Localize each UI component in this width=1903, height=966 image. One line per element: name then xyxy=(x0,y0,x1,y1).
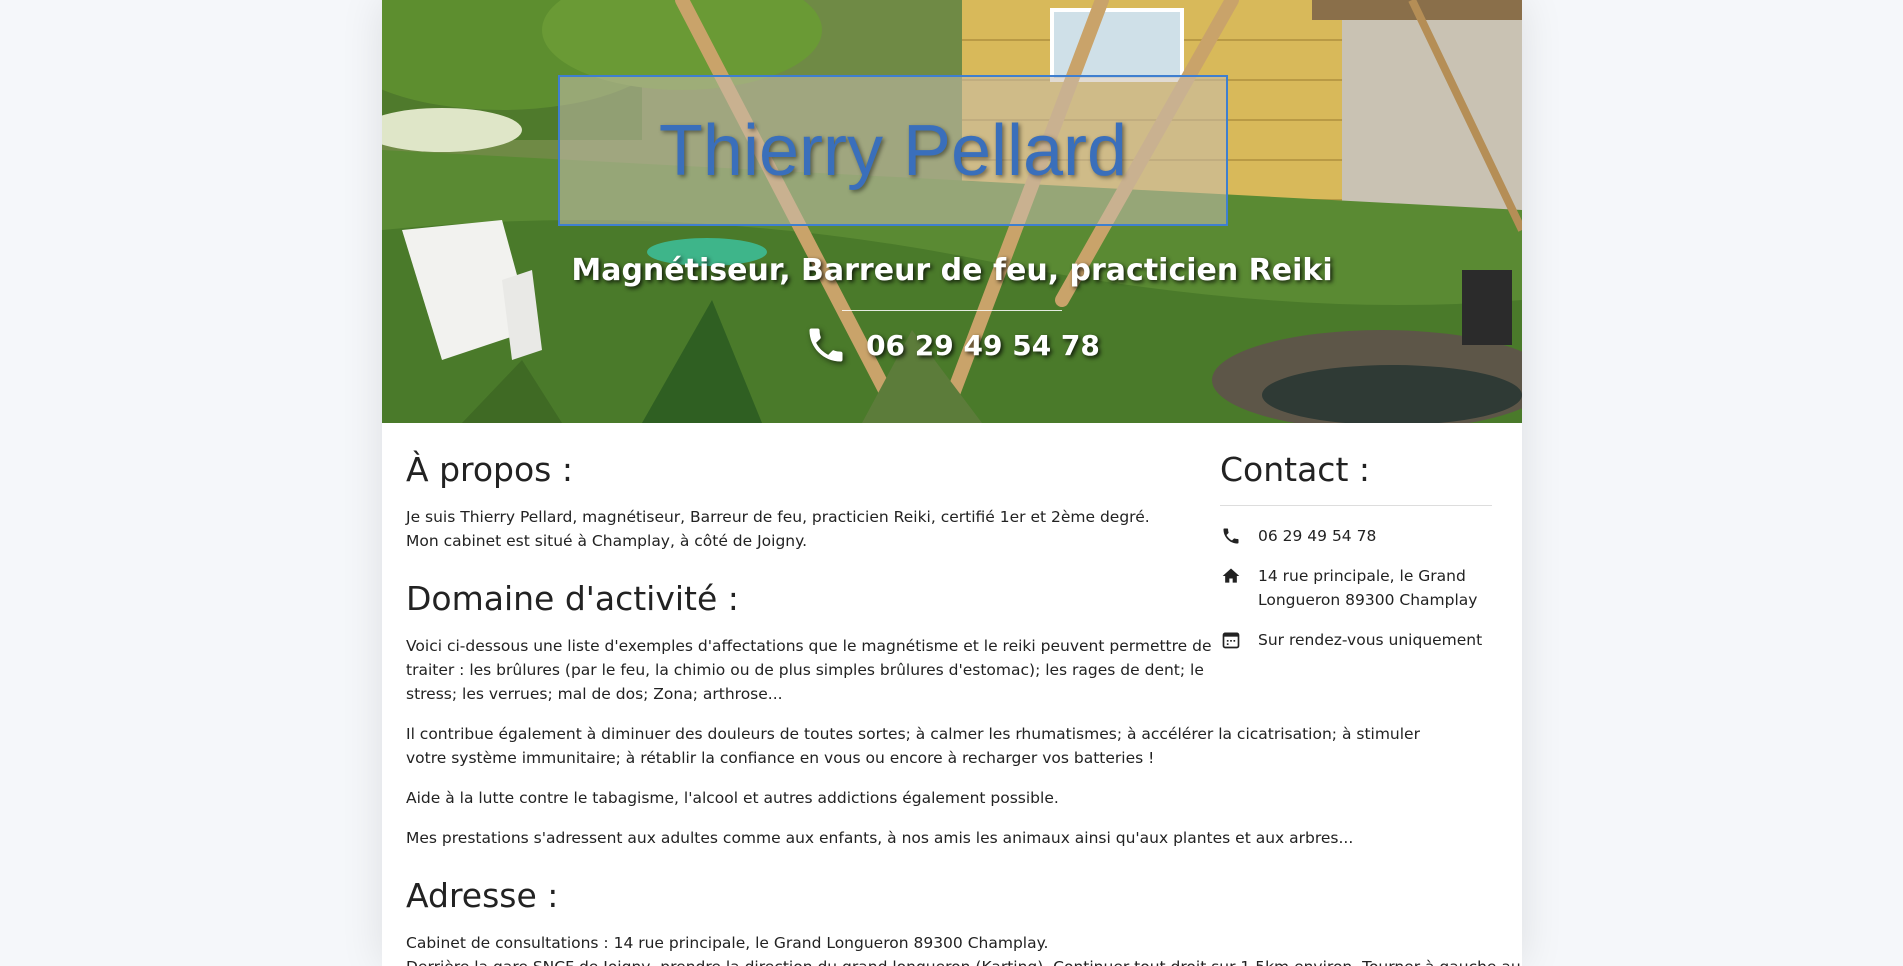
contact-address-row: 14 rue principale, le Grand Longueron 89… xyxy=(1220,564,1492,612)
hero-phone-number: 06 29 49 54 78 xyxy=(866,328,1100,362)
activity-paragraph-3: Aide à la lutte contre le tabagisme, l'a… xyxy=(406,789,1059,807)
activity-paragraph-2: Il contribue également à diminuer des do… xyxy=(406,725,1420,767)
home-icon xyxy=(1220,565,1242,587)
address-line-1: Cabinet de consultations : 14 rue princi… xyxy=(406,934,1049,952)
address-line-2: Derrière la gare SNCF de Joigny, prendre… xyxy=(406,955,1522,966)
hero-phone-link[interactable]: 06 29 49 54 78 xyxy=(382,323,1522,367)
contact-divider xyxy=(1220,505,1492,506)
phone-icon xyxy=(1220,525,1242,547)
activity-paragraph-4: Mes prestations s'adressent aux adultes … xyxy=(406,829,1354,847)
page-container: Thierry Pellard Magnétiseur, Barreur de … xyxy=(382,0,1522,966)
contact-heading: Contact : xyxy=(1220,450,1370,489)
address-heading: Adresse : xyxy=(406,876,559,915)
contact-phone-row[interactable]: 06 29 49 54 78 xyxy=(1220,524,1492,548)
site-title: Thierry Pellard xyxy=(658,110,1128,191)
contact-hours: Sur rendez-vous uniquement xyxy=(1258,631,1483,649)
hero-divider xyxy=(842,310,1062,311)
hero-banner: Thierry Pellard Magnétiseur, Barreur de … xyxy=(382,0,1522,423)
contact-sidebar: Contact : 06 29 49 54 78 14 rue principa… xyxy=(1220,450,1492,668)
site-subtitle: Magnétiseur, Barreur de feu, practicien … xyxy=(571,253,1333,288)
phone-icon xyxy=(809,328,843,362)
site-title-box: Thierry Pellard xyxy=(558,75,1228,226)
contact-address: 14 rue principale, le Grand Longueron 89… xyxy=(1258,567,1478,609)
contact-hours-row: Sur rendez-vous uniquement xyxy=(1220,628,1492,652)
address-section: Adresse : Cabinet de consultations : 14 … xyxy=(406,876,1522,966)
calendar-icon xyxy=(1220,629,1242,651)
contact-phone: 06 29 49 54 78 xyxy=(1258,527,1377,545)
activity-paragraph-1: Voici ci-dessous une liste d'exemples d'… xyxy=(406,637,1212,703)
